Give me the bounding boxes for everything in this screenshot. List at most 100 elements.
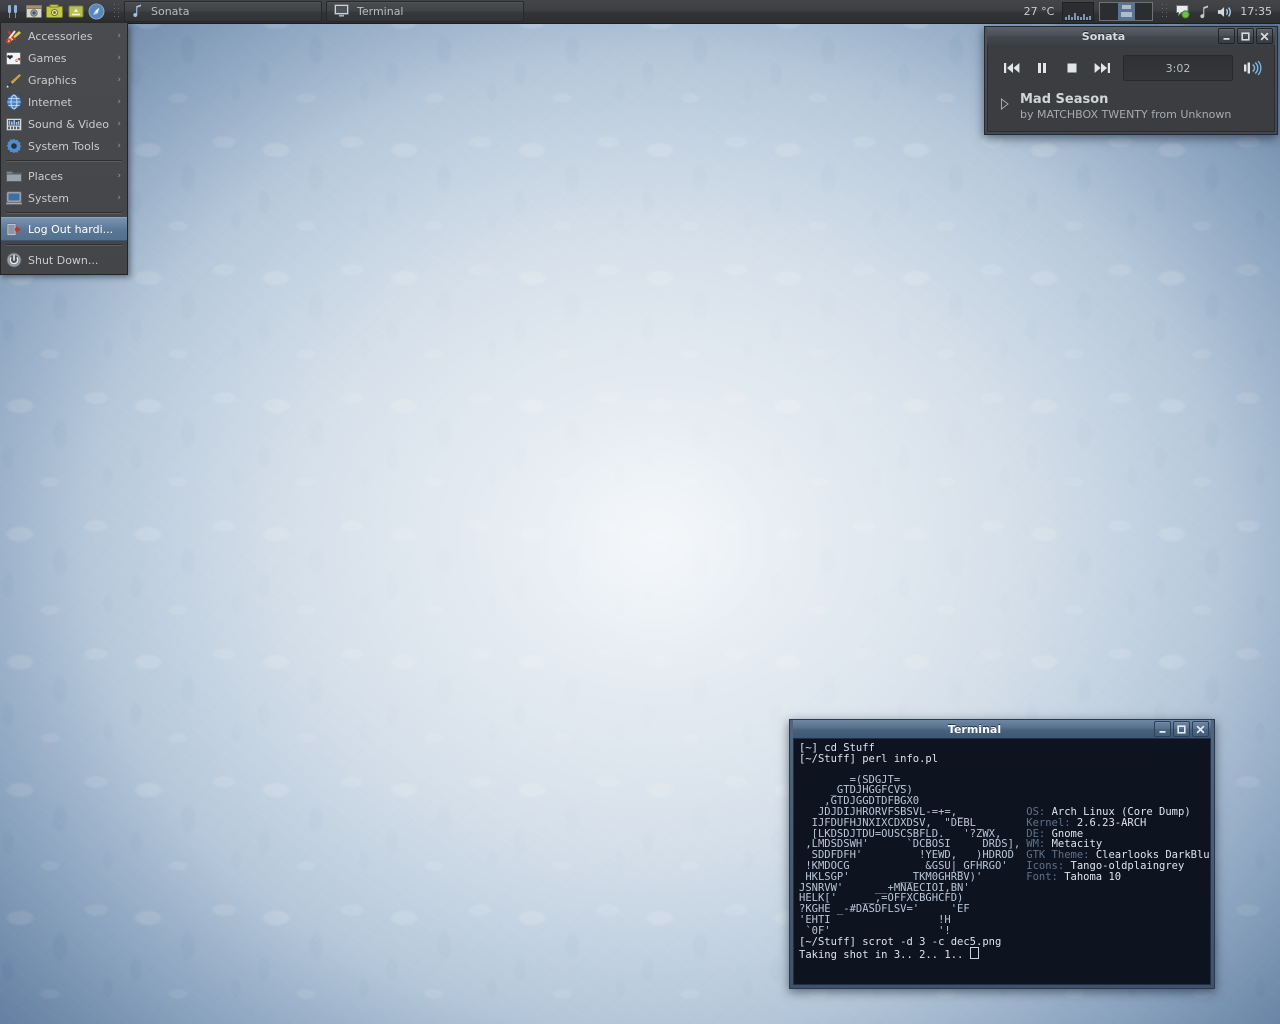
start-menu: Accessories › Games › Graphics › Interne… — [0, 23, 128, 275]
recycle-launcher-icon[interactable] — [66, 2, 85, 21]
sound-video-icon — [5, 116, 22, 133]
cpu-graph-applet[interactable] — [1062, 2, 1095, 21]
volume-launcher-icon[interactable] — [3, 2, 22, 21]
pause-button[interactable] — [1027, 57, 1057, 79]
notification-icon[interactable] — [1175, 4, 1191, 20]
workspace-3[interactable] — [1135, 3, 1152, 20]
volume-tray-icon[interactable] — [1217, 4, 1233, 20]
terminal-line: [~/Stuff] perl info.pl — [799, 752, 939, 765]
chevron-right-icon: › — [117, 97, 121, 107]
chevron-right-icon: › — [117, 31, 121, 41]
menu-item-graphics[interactable]: Graphics › — [1, 69, 127, 91]
ascii-art-block: _=(SDGJT=_ _GTDJHGGFCVS) ,GTDJGGDTDFBGX0… — [799, 773, 1021, 937]
terminal-cursor — [969, 947, 979, 960]
menu-item-games[interactable]: Games › — [1, 47, 127, 69]
launcher-group — [0, 2, 110, 21]
system-info-row: Font: Tahoma 10 — [1026, 870, 1210, 883]
menu-item-system-tools[interactable]: System Tools › — [1, 135, 127, 157]
maximize-button[interactable] — [1237, 28, 1254, 44]
maximize-button[interactable] — [1173, 721, 1190, 737]
browser-launcher-icon[interactable] — [87, 2, 106, 21]
menu-item-system[interactable]: System › — [1, 187, 127, 209]
sonata-window[interactable]: Sonata 3:02 Mad Season by MATCHBOX TWENT… — [984, 26, 1278, 135]
close-button[interactable] — [1256, 28, 1273, 44]
track-text-block: Mad Season by MATCHBOX TWENTY from Unkno… — [1020, 92, 1231, 122]
internet-icon — [5, 94, 22, 111]
tray-drag-handle[interactable] — [1161, 3, 1168, 20]
workspace-1[interactable] — [1100, 3, 1117, 20]
games-icon — [5, 50, 22, 67]
camera-launcher-icon[interactable] — [45, 2, 64, 21]
menu-item-label: Accessories — [28, 29, 93, 43]
task-button-sonata[interactable]: Sonata — [124, 1, 322, 22]
menu-item-label: Log Out hardi... — [28, 222, 114, 236]
track-subtitle: by MATCHBOX TWENTY from Unknown — [1020, 108, 1232, 121]
track-title: Mad Season — [1020, 92, 1109, 107]
chevron-right-icon: › — [117, 53, 121, 63]
graphics-icon — [5, 72, 22, 89]
system-info-label: Font: — [1026, 870, 1065, 883]
top-panel: Sonata Terminal 27 °C 17:35 — [0, 0, 1280, 24]
menu-item-label: System Tools — [28, 139, 100, 153]
terminal-title: Terminal — [947, 722, 1002, 736]
terminal-window-buttons — [1154, 721, 1209, 737]
menu-item-label: Places — [28, 169, 63, 183]
menu-item-label: Graphics — [28, 73, 77, 87]
menu-item-label: Games — [28, 51, 67, 65]
task-label: Sonata — [151, 5, 190, 18]
menu-item-label: Internet — [28, 95, 72, 109]
chevron-right-icon: › — [117, 75, 121, 85]
terminal-frame: Terminal [~] cd Stuff [~/Stuff] perl info… — [789, 719, 1215, 989]
system-desktop-icon — [5, 190, 22, 207]
task-button-terminal[interactable]: Terminal — [326, 1, 524, 22]
chevron-right-icon: › — [117, 141, 121, 151]
system-info-value: Tahoma 10 — [1064, 870, 1122, 883]
close-button[interactable] — [1192, 721, 1209, 737]
clock-applet[interactable]: 17:35 — [1238, 5, 1272, 18]
menu-item-accessories[interactable]: Accessories › — [1, 25, 127, 47]
seek-progress-bar[interactable]: 3:02 — [1123, 55, 1233, 81]
panel-drag-handle[interactable] — [113, 3, 119, 20]
menu-item-places[interactable]: Places › — [1, 165, 127, 187]
menu-item-sound-video[interactable]: Sound & Video › — [1, 113, 127, 135]
system-tray: 27 °C 17:35 — [1024, 2, 1280, 21]
menu-item-log-out[interactable]: Log Out hardi... — [1, 217, 127, 241]
previous-button[interactable] — [997, 57, 1027, 79]
menu-item-label: Shut Down... — [28, 253, 99, 267]
file-manager-launcher-icon[interactable] — [24, 2, 43, 21]
terminal-window[interactable]: Terminal [~] cd Stuff [~/Stuff] perl info… — [789, 719, 1215, 989]
accessories-icon — [5, 28, 22, 45]
track-time: 3:02 — [1165, 61, 1191, 75]
stop-button[interactable] — [1057, 57, 1087, 79]
music-note-tray-icon[interactable] — [1196, 4, 1212, 20]
terminal-titlebar[interactable]: Terminal — [793, 720, 1211, 738]
sonata-controls: 3:02 — [997, 55, 1265, 81]
terminal-art-and-info: _=(SDGJT=_ _GTDJHGGFCVS) ,GTDJGGDTDFBGX0… — [799, 773, 1210, 937]
sonata-body: 3:02 Mad Season by MATCHBOX TWENTY from … — [987, 45, 1275, 132]
system-tools-icon — [5, 138, 22, 155]
sonata-titlebar[interactable]: Sonata — [987, 27, 1275, 45]
minimize-button[interactable] — [1154, 721, 1171, 737]
chevron-right-icon: › — [117, 171, 121, 181]
menu-item-internet[interactable]: Internet › — [1, 91, 127, 113]
next-button[interactable] — [1087, 57, 1117, 79]
temperature-applet[interactable]: 27 °C — [1024, 5, 1058, 18]
sonata-frame: Sonata 3:02 Mad Season by MATCHBOX TWENT… — [984, 26, 1278, 135]
sonata-track-info: Mad Season by MATCHBOX TWENTY from Unkno… — [997, 92, 1265, 122]
menu-item-shut-down[interactable]: Shut Down... — [1, 249, 127, 271]
minimize-button[interactable] — [1218, 28, 1235, 44]
chevron-right-icon: › — [117, 193, 121, 203]
terminal-prompt-lines-top: [~] cd Stuff [~/Stuff] perl info.pl — [799, 743, 1205, 765]
workspace-pager-applet[interactable] — [1099, 2, 1154, 21]
system-info-value: 2.6.23-ARCH — [1076, 816, 1147, 829]
workspace-2[interactable] — [1117, 3, 1135, 20]
sonata-title: Sonata — [1081, 29, 1126, 43]
terminal-output[interactable]: [~] cd Stuff [~/Stuff] perl info.pl _=(SD… — [793, 738, 1211, 985]
music-note-icon — [132, 4, 143, 20]
terminal-prompt-lines-bottom: [~/Stuff] scrot -d 3 -c dec5.png Taking s… — [799, 936, 1205, 962]
volume-button[interactable] — [1239, 57, 1265, 79]
expander-triangle-icon[interactable] — [1000, 92, 1012, 114]
menu-item-label: System — [28, 191, 70, 205]
monitor-icon — [334, 3, 349, 20]
task-label: Terminal — [357, 5, 404, 18]
